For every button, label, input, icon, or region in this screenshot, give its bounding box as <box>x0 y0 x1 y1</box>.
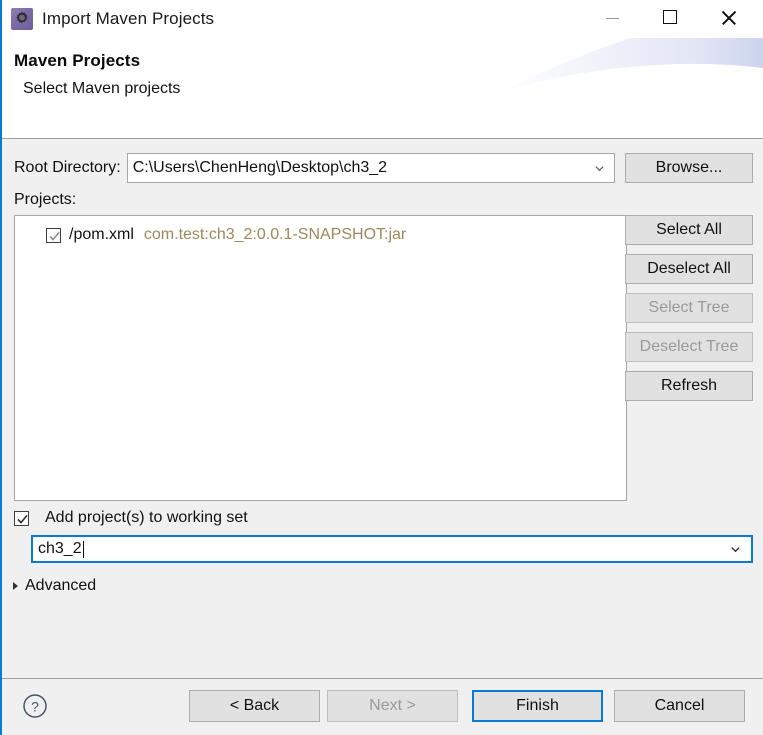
add-to-working-set-checkbox[interactable] <box>14 510 29 526</box>
cancel-button[interactable]: Cancel <box>614 690 745 722</box>
check-icon <box>49 231 60 241</box>
page-description: Select Maven projects <box>23 80 181 97</box>
root-directory-value: C:\Users\ChenHeng\Desktop\ch3_2 <box>132 159 388 176</box>
chevron-right-icon <box>13 582 18 590</box>
text-cursor <box>82 540 84 558</box>
window-title: Import Maven Projects <box>42 9 215 28</box>
dialog-body: Root Directory: C:\Users\ChenHeng\Deskto… <box>2 139 763 678</box>
help-icon[interactable]: ? <box>20 691 50 721</box>
browse-button[interactable]: Browse... <box>625 153 753 183</box>
tree-actions: Select All Deselect All Select Tree Dese… <box>625 215 753 410</box>
add-to-working-set-label: Add project(s) to working set <box>45 509 248 526</box>
root-directory-row: Root Directory: C:\Users\ChenHeng\Deskto… <box>14 153 615 183</box>
chevron-down-icon <box>595 166 604 172</box>
add-to-working-set-row[interactable]: Add project(s) to working set <box>14 509 248 527</box>
import-maven-projects-dialog: Maven Projects Select Maven projects Imp… <box>0 0 763 735</box>
close-button[interactable] <box>705 0 751 34</box>
project-checkbox[interactable] <box>46 227 61 243</box>
maximize-icon <box>663 10 677 24</box>
minimize-button[interactable] <box>589 0 635 34</box>
select-all-button[interactable]: Select All <box>625 215 753 245</box>
page-title: Maven Projects <box>14 51 141 70</box>
minimize-icon <box>605 17 619 19</box>
project-coordinates: com.test:ch3_2:0.0.1-SNAPSHOT:jar <box>143 226 407 243</box>
advanced-label: Advanced <box>25 577 97 594</box>
advanced-disclosure[interactable]: Advanced <box>13 577 96 595</box>
close-icon <box>720 9 737 26</box>
chevron-down-icon <box>731 547 740 553</box>
projects-label: Projects: <box>14 191 77 208</box>
deselect-tree-button: Deselect Tree <box>625 332 753 362</box>
maximize-button[interactable] <box>647 0 693 34</box>
table-row[interactable]: /pom.xml com.test:ch3_2:0.0.1-SNAPSHOT:j… <box>15 223 626 247</box>
select-tree-button: Select Tree <box>625 293 753 323</box>
finish-button[interactable]: Finish <box>472 690 603 722</box>
maven-cog-icon <box>11 8 33 30</box>
root-directory-label: Root Directory: <box>14 159 121 176</box>
refresh-button[interactable]: Refresh <box>625 371 753 401</box>
working-set-value: ch3_2 <box>38 540 82 557</box>
dialog-footer: ? < Back Next > Finish Cancel <box>2 679 763 735</box>
project-pom-path: /pom.xml <box>69 226 134 243</box>
svg-text:?: ? <box>31 699 39 715</box>
root-directory-combo[interactable]: C:\Users\ChenHeng\Desktop\ch3_2 <box>126 153 615 183</box>
title-bar: Import Maven Projects <box>2 0 763 38</box>
deselect-all-button[interactable]: Deselect All <box>625 254 753 284</box>
working-set-combo[interactable]: ch3_2 <box>31 535 753 563</box>
next-button: Next > <box>327 690 458 722</box>
projects-tree[interactable]: /pom.xml com.test:ch3_2:0.0.1-SNAPSHOT:j… <box>14 215 627 501</box>
header-separator <box>2 138 763 139</box>
back-button[interactable]: < Back <box>189 690 320 722</box>
check-icon <box>17 514 28 524</box>
